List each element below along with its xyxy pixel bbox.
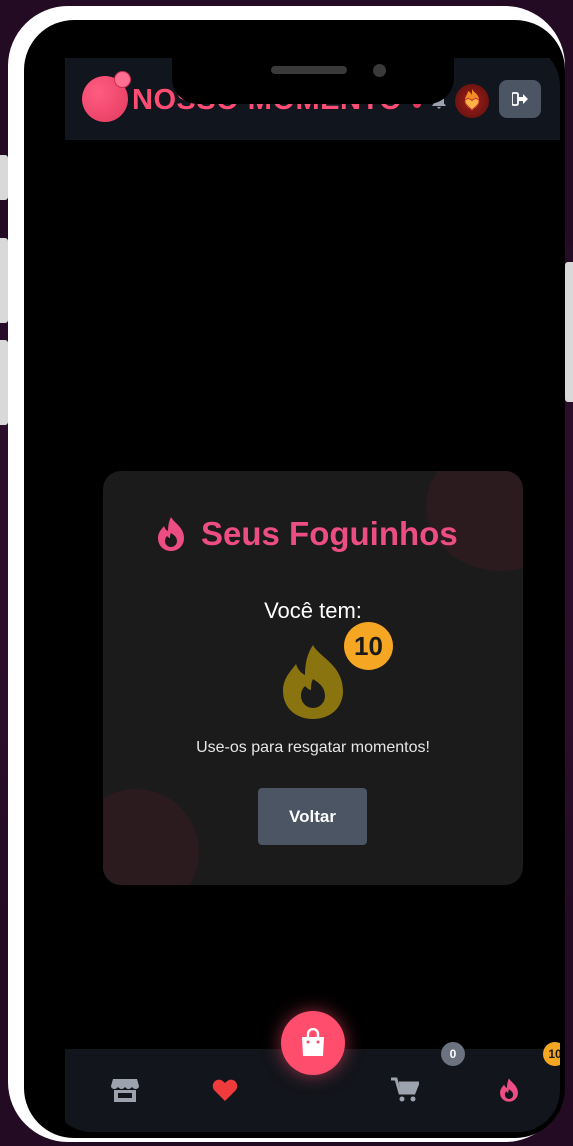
flame-icon — [158, 517, 184, 551]
decor-circle — [103, 789, 199, 885]
phone-side-button — [0, 155, 8, 200]
shopping-bag-icon — [302, 1028, 324, 1056]
redeem-hint: Use-os para resgatar momentos! — [196, 739, 430, 756]
cart-icon — [391, 1077, 419, 1102]
foguinhos-modal: Seus Foguinhos Você tem: 10 Use-os para … — [103, 471, 523, 885]
back-button[interactable]: Voltar — [258, 788, 367, 845]
heart-icon — [212, 1079, 238, 1101]
nav-foguinhos[interactable] — [491, 1072, 527, 1108]
cart-count-badge: 0 — [441, 1042, 465, 1066]
nav-cart[interactable] — [387, 1072, 423, 1108]
modal-header: Seus Foguinhos — [155, 515, 458, 553]
phone-frame: NOSSO MOMENTO — [8, 6, 565, 1142]
flame-icon — [500, 1078, 518, 1102]
you-have-label: Você tem: — [264, 598, 362, 623]
notch-speaker — [271, 66, 347, 74]
device-notch — [172, 44, 454, 104]
nav-shop-button[interactable] — [281, 1011, 345, 1075]
notch-camera — [373, 64, 386, 77]
bottom-navigation: 0 10 — [65, 1011, 560, 1132]
flame-icon — [283, 645, 343, 719]
store-icon — [111, 1079, 139, 1102]
foguinhos-count-badge: 10 — [344, 622, 393, 670]
logout-icon — [512, 92, 528, 106]
phone-side-button — [0, 238, 8, 323]
logout-button[interactable] — [499, 80, 541, 118]
nav-favorites[interactable] — [207, 1072, 243, 1108]
foguinhos-nav-badge: 10 — [543, 1042, 560, 1066]
modal-title: Seus Foguinhos — [201, 515, 458, 552]
phone-bezel: NOSSO MOMENTO — [24, 20, 565, 1138]
heart-fire-icon — [464, 89, 480, 111]
app-screen: NOSSO MOMENTO — [50, 44, 560, 1132]
heart-fire-avatar-icon[interactable] — [455, 84, 489, 118]
app-logo-dot — [114, 71, 131, 88]
phone-side-button — [0, 340, 8, 425]
nav-store[interactable] — [107, 1072, 143, 1108]
phone-side-button — [565, 262, 573, 402]
